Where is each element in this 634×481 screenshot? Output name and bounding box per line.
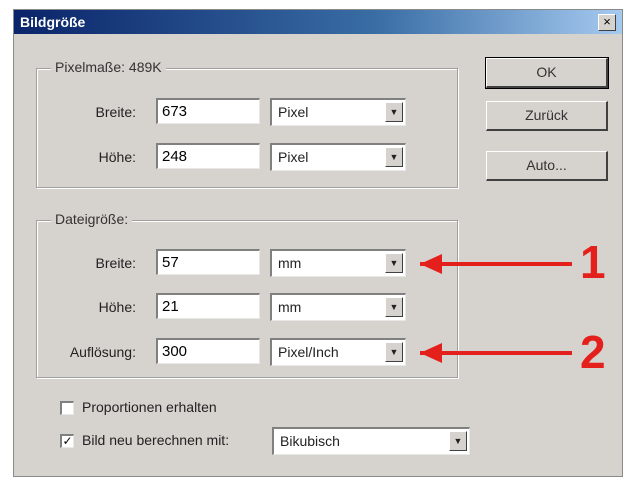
annotation-number-2: 2 [580,326,606,378]
annotation-number-1: 1 [580,236,606,288]
annotation-arrow-1 [420,254,572,363]
